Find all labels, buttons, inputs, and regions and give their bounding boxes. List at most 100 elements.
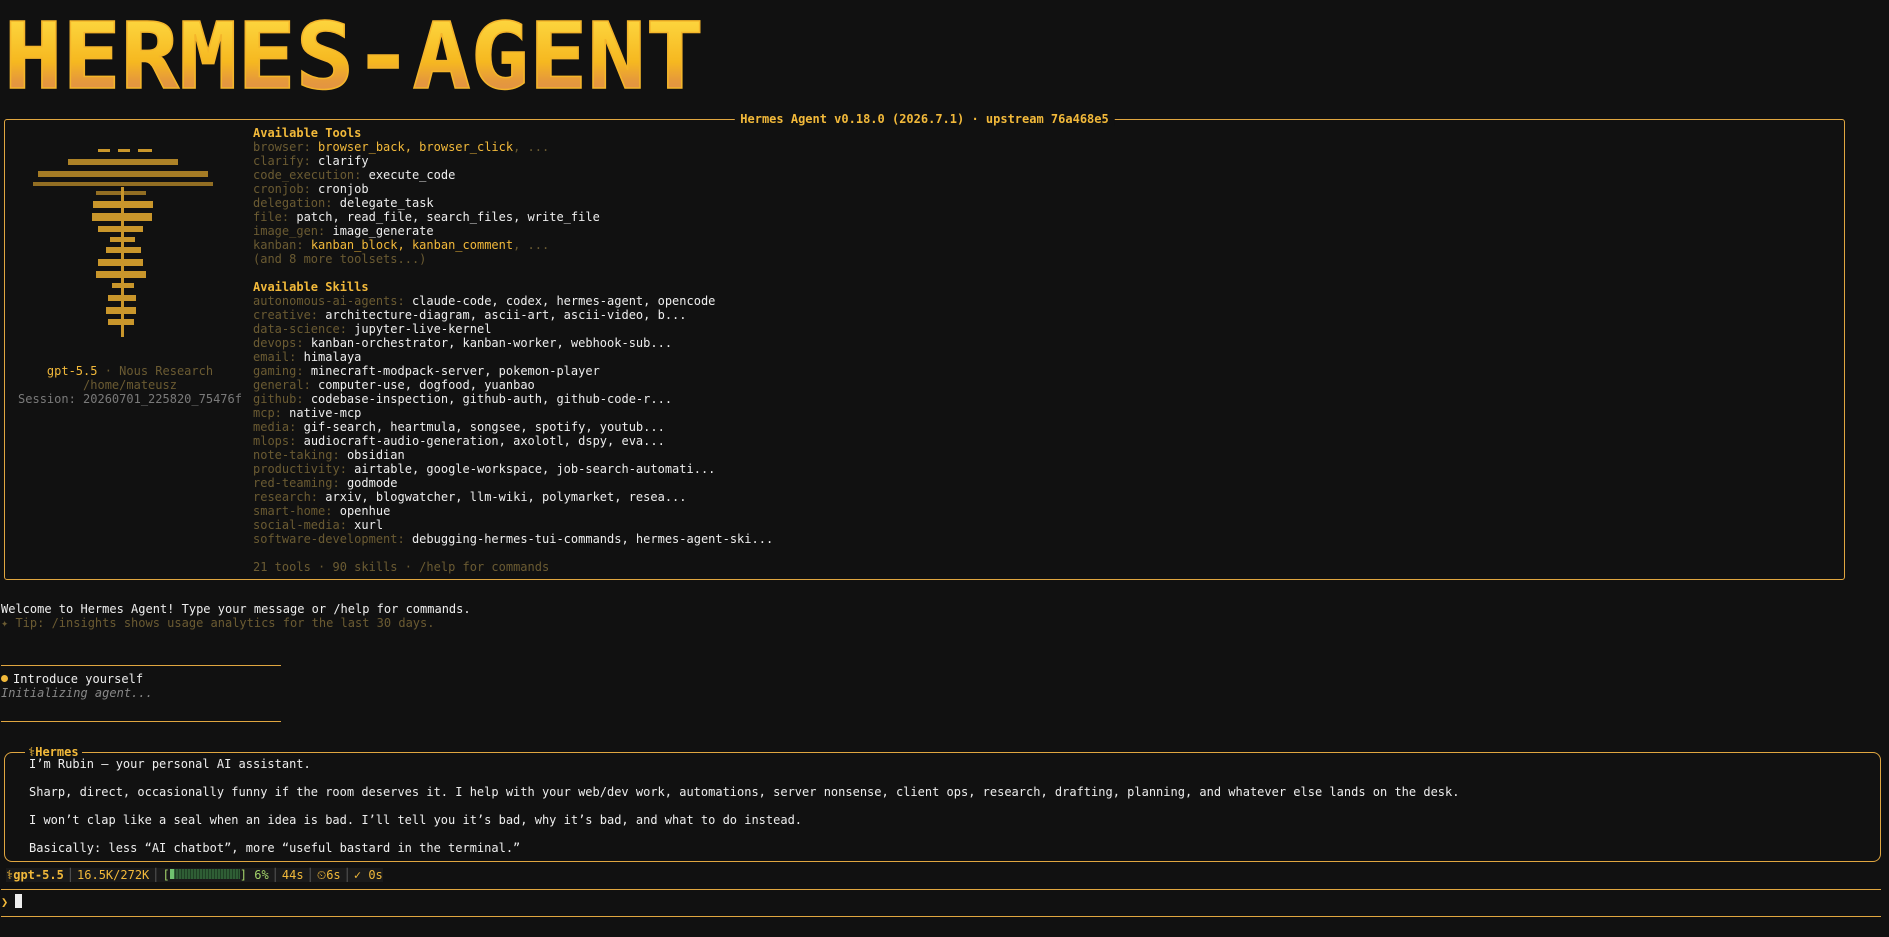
tool-category: file: (253, 210, 290, 224)
tool-row: image_gen: image_generate (253, 224, 773, 238)
tools-skills-list: Available Tools browser: browser_back, b… (253, 126, 773, 574)
skill-row: data-science: jupyter-live-kernel (253, 322, 773, 336)
skill-row: autonomous-ai-agents: claude-code, codex… (253, 294, 773, 308)
skill-row: social-media: xurl (253, 518, 773, 532)
assistant-reply-box: ⚕Hermes I’m Rubin — your personal AI ass… (4, 745, 1881, 862)
skill-category: github: (253, 392, 304, 406)
reply-line: I’m Rubin — your personal AI assistant. (29, 757, 311, 771)
tool-row: browser: browser_back, browser_click, ..… (253, 140, 773, 154)
tools-heading: Available Tools (253, 126, 362, 140)
skill-values: godmode (346, 476, 398, 490)
skill-category: social-media: (253, 518, 347, 532)
model-name: gpt-5.5 (46, 364, 98, 378)
context-progress-bar (169, 869, 240, 879)
status-model: ⚕gpt-5.5 (6, 868, 64, 882)
skill-row: software-development: debugging-hermes-t… (253, 532, 773, 546)
skill-row: red-teaming: godmode (253, 476, 773, 490)
skill-values: himalaya (303, 350, 362, 364)
skill-category: general: (253, 378, 311, 392)
hermes-agent-banner-logo: HERMES-AGENT (3, 8, 705, 98)
banner-text: HERMES-AGENT (4, 8, 704, 98)
tool-values: kanban_block, kanban_comment (310, 238, 514, 252)
skill-category: mlops: (253, 434, 297, 448)
input-divider-bottom (1, 916, 1881, 917)
skill-row: devops: kanban-orchestrator, kanban-work… (253, 336, 773, 350)
skill-row: research: arxiv, blogwatcher, llm-wiki, … (253, 490, 773, 504)
tool-values: delegate_task (339, 196, 434, 210)
skill-category: smart-home: (253, 504, 333, 518)
skill-values: kanban-orchestrator, kanban-worker, webh… (310, 336, 673, 350)
skill-row: gaming: minecraft-modpack-server, pokemo… (253, 364, 773, 378)
divider-top (1, 665, 281, 666)
skill-category: mcp: (253, 406, 282, 420)
skill-row: smart-home: openhue (253, 504, 773, 518)
context-percent: 6% (254, 868, 269, 882)
skill-category: devops: (253, 336, 304, 350)
skill-category: email: (253, 350, 297, 364)
skill-category: data-science: (253, 322, 347, 336)
skill-row: email: himalaya (253, 350, 773, 364)
status-bar: ⚕gpt-5.5 │ 16.5K/272K │[] 6% │ 44s │ ⏲6s │ ✓ 0s (6, 868, 383, 882)
divider-bottom (1, 721, 281, 722)
caduceus-icon (33, 149, 213, 337)
skill-row: mlops: audiocraft-audio-generation, axol… (253, 434, 773, 448)
user-bullet-icon (1, 675, 8, 682)
tool-category: kanban: (253, 238, 304, 252)
reply-line (29, 799, 1459, 813)
skill-values: computer-use, dogfood, yuanbao (318, 378, 535, 392)
tools-skills-summary: 21 tools · 90 skills · /help for command… (253, 560, 550, 574)
skill-values: gif-search, heartmula, songsee, spotify,… (303, 420, 665, 434)
skill-category: media: (253, 420, 297, 434)
tool-more: , ... (513, 238, 550, 252)
tool-category: clarify: (253, 154, 311, 168)
model-info: gpt-5.5 · Nous Research (10, 364, 250, 378)
skill-row: note-taking: obsidian (253, 448, 773, 462)
skill-category: autonomous-ai-agents: (253, 294, 405, 308)
skill-values: codebase-inspection, github-auth, github… (310, 392, 673, 406)
skill-values: arxiv, blogwatcher, llm-wiki, polymarket… (325, 490, 687, 504)
assistant-reply-body: I’m Rubin — your personal AI assistant. S… (29, 757, 1459, 855)
text-cursor (15, 894, 23, 908)
skill-values: xurl (354, 518, 384, 532)
skill-category: productivity: (253, 462, 347, 476)
panel-title: Hermes Agent v0.18.0 (2026.7.1) · upstre… (734, 112, 1115, 126)
skill-values: openhue (339, 504, 391, 518)
welcome-message: Welcome to Hermes Agent! Type your messa… (1, 602, 471, 616)
input-divider-top (1, 889, 1881, 890)
tool-values: browser_back, browser_click (318, 140, 514, 154)
skill-values: jupyter-live-kernel (354, 322, 492, 336)
reply-line: Basically: less “AI chatbot”, more “usef… (29, 841, 521, 855)
agent-status: Initializing agent... (1, 686, 153, 700)
tools-more: (and 8 more toolsets...) (253, 252, 427, 266)
skill-category: gaming: (253, 364, 304, 378)
skill-category: software-development: (253, 532, 405, 546)
reply-line: I won’t clap like a seal when an idea is… (29, 813, 803, 827)
tool-category: delegation: (253, 196, 333, 210)
skill-values: debugging-hermes-tui-commands, hermes-ag… (411, 532, 774, 546)
skill-category: research: (253, 490, 319, 504)
reply-line (29, 827, 1459, 841)
tool-row: delegation: delegate_task (253, 196, 773, 210)
prompt-input[interactable]: ❯ (1, 894, 23, 910)
tool-row: file: patch, read_file, search_files, wr… (253, 210, 773, 224)
tool-row: kanban: kanban_block, kanban_comment, ..… (253, 238, 773, 252)
tool-row: clarify: clarify (253, 154, 773, 168)
token-count: 16.5K/272K (77, 868, 150, 882)
skill-values: minecraft-modpack-server, pokemon-player (310, 364, 600, 378)
skill-row: mcp: native-mcp (253, 406, 773, 420)
tool-values: patch, read_file, search_files, write_fi… (296, 210, 600, 224)
cwd-path: /home/mateusz (83, 378, 177, 392)
skill-values: claude-code, codex, hermes-agent, openco… (411, 294, 716, 308)
user-message: Introduce yourself (13, 672, 144, 686)
reply-line (29, 771, 1459, 785)
prompt-chevron-icon: ❯ (1, 895, 9, 909)
skill-category: red-teaming: (253, 476, 340, 490)
tool-row: cronjob: cronjob (253, 182, 773, 196)
tool-category: cronjob: (253, 182, 311, 196)
skill-values: native-mcp (289, 406, 362, 420)
skill-row: creative: architecture-diagram, ascii-ar… (253, 308, 773, 322)
tool-row: code_execution: execute_code (253, 168, 773, 182)
skill-values: airtable, google-workspace, job-search-a… (354, 462, 716, 476)
skill-row: media: gif-search, heartmula, songsee, s… (253, 420, 773, 434)
tool-category: image_gen: (253, 224, 326, 238)
